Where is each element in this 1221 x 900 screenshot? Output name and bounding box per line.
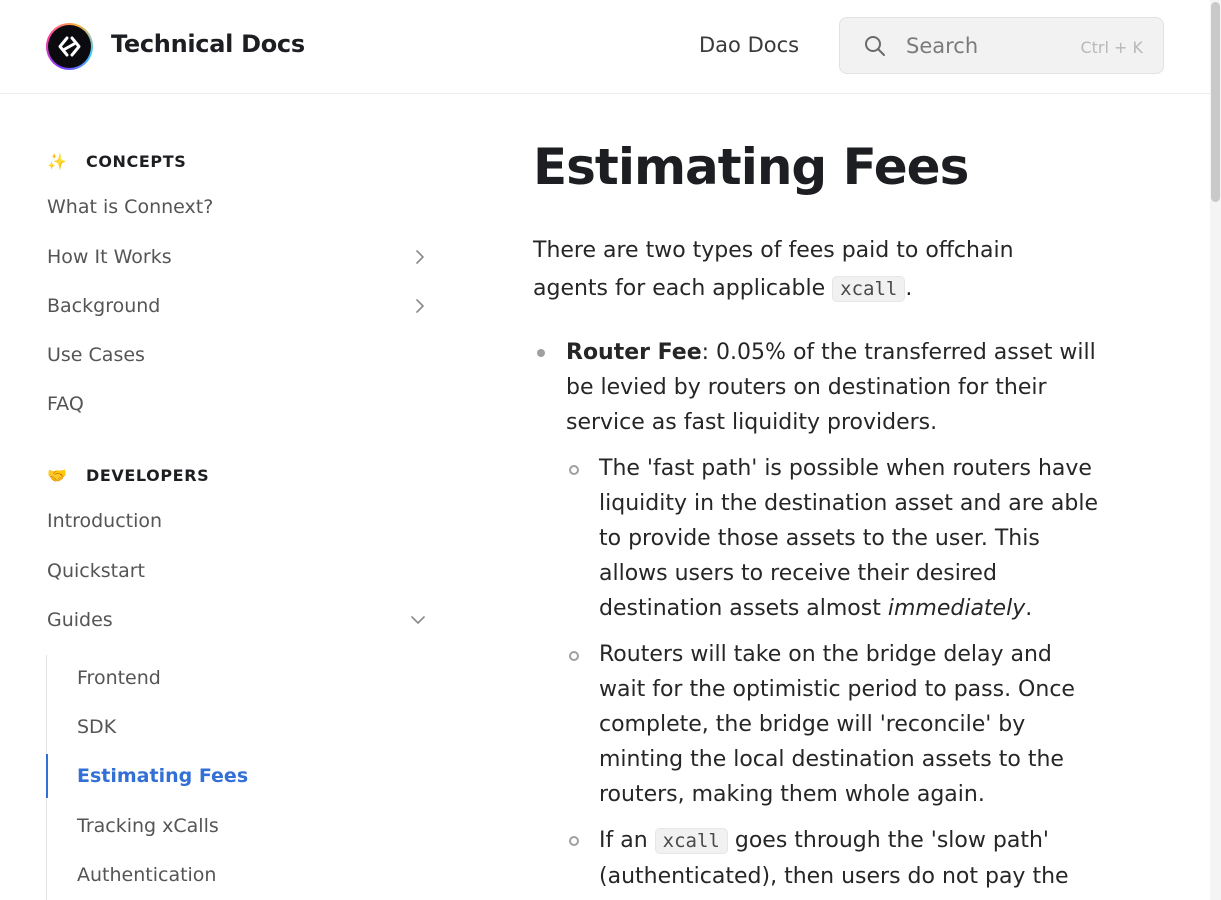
sparkles-icon: ✨ xyxy=(47,152,67,171)
sidebar-item-estimating-fees[interactable]: Estimating Fees xyxy=(77,756,248,796)
sidebar-item-quickstart[interactable]: Quickstart xyxy=(47,551,437,591)
router-fee-label: Router Fee xyxy=(566,340,702,365)
sidebar-item-label: What is Connext? xyxy=(47,196,214,218)
handshake-icon: 🤝 xyxy=(47,466,67,485)
slow-path-text: If an xyxy=(599,828,655,853)
search-placeholder: Search xyxy=(906,34,979,58)
inline-code-xcall: xcall xyxy=(832,276,906,302)
inline-code-xcall: xcall xyxy=(654,828,728,854)
sub-bullet-icon xyxy=(569,651,579,661)
top-header: Technical Docs Dao Docs Search Ctrl + K xyxy=(0,0,1210,94)
sidebar-item-guides[interactable]: Guides xyxy=(47,600,437,640)
sidebar-item-tracking-xcalls[interactable]: Tracking xCalls xyxy=(77,806,219,846)
sub-bullet-icon xyxy=(569,836,579,846)
chevron-right-icon[interactable] xyxy=(413,299,427,313)
sidebar-item-sdk[interactable]: SDK xyxy=(77,707,116,747)
search-icon xyxy=(865,36,885,56)
chevron-right-icon[interactable] xyxy=(413,250,427,264)
sidebar-item-label: FAQ xyxy=(47,393,84,415)
sidebar-item-faq[interactable]: FAQ xyxy=(47,384,437,424)
sidebar-item-label: Guides xyxy=(47,609,113,631)
search-shortcut: Ctrl + K xyxy=(1080,38,1143,57)
sidebar-item-label: Introduction xyxy=(47,510,163,532)
site-title[interactable]: Technical Docs xyxy=(111,30,305,58)
list-item-fast-path: The 'fast path' is possible when routers… xyxy=(599,451,1099,626)
sidebar-item-authentication[interactable]: Authentication xyxy=(77,855,216,895)
sidebar-item-label: Quickstart xyxy=(47,560,145,582)
intro-paragraph: There are two types of fees paid to offc… xyxy=(533,232,1093,308)
emphasis-immediately: immediately xyxy=(887,596,1026,621)
list-item-reconcile: Routers will take on the bridge delay an… xyxy=(599,642,1075,807)
sidebar-section-concepts: ✨ CONCEPTS xyxy=(47,151,186,173)
intro-text: There are two types of fees paid to offc… xyxy=(533,238,1014,301)
sidebar-item-introduction[interactable]: Introduction xyxy=(47,501,437,541)
sidebar-item-use-cases[interactable]: Use Cases xyxy=(47,335,437,375)
sidebar-item-label: Use Cases xyxy=(47,344,145,366)
sidebar-item-label: How It Works xyxy=(47,246,172,268)
chevron-down-icon[interactable] xyxy=(411,613,425,627)
nav-link-dao-docs[interactable]: Dao Docs xyxy=(699,33,799,57)
section-title: DEVELOPERS xyxy=(86,466,210,485)
sidebar-item-frontend[interactable]: Frontend xyxy=(77,658,161,698)
bullet-icon xyxy=(537,349,545,357)
list-item-slow-path: If an xcall goes through the 'slow path'… xyxy=(599,823,1099,894)
sidebar-item-label: Background xyxy=(47,295,161,317)
connext-logo-icon[interactable] xyxy=(46,23,93,70)
sidebar-item-what-is-connext[interactable]: What is Connext? xyxy=(47,187,437,227)
page-title: Estimating Fees xyxy=(533,138,969,196)
scrollbar-thumb[interactable] xyxy=(1211,2,1220,202)
list-item-router-fee: Router Fee: 0.05% of the transferred ass… xyxy=(566,335,1096,440)
sidebar-section-developers: 🤝 DEVELOPERS xyxy=(47,465,209,487)
page-scrollbar[interactable] xyxy=(1210,0,1221,900)
section-title: CONCEPTS xyxy=(86,152,187,171)
sub-bullet-icon xyxy=(569,465,579,475)
sidebar-item-background[interactable]: Background xyxy=(47,286,437,326)
intro-period: . xyxy=(905,276,913,301)
search-box[interactable]: Search Ctrl + K xyxy=(839,17,1164,74)
sidebar-item-how-it-works[interactable]: How It Works xyxy=(47,237,437,277)
active-item-indicator xyxy=(46,754,48,798)
fast-path-period: . xyxy=(1025,596,1033,621)
